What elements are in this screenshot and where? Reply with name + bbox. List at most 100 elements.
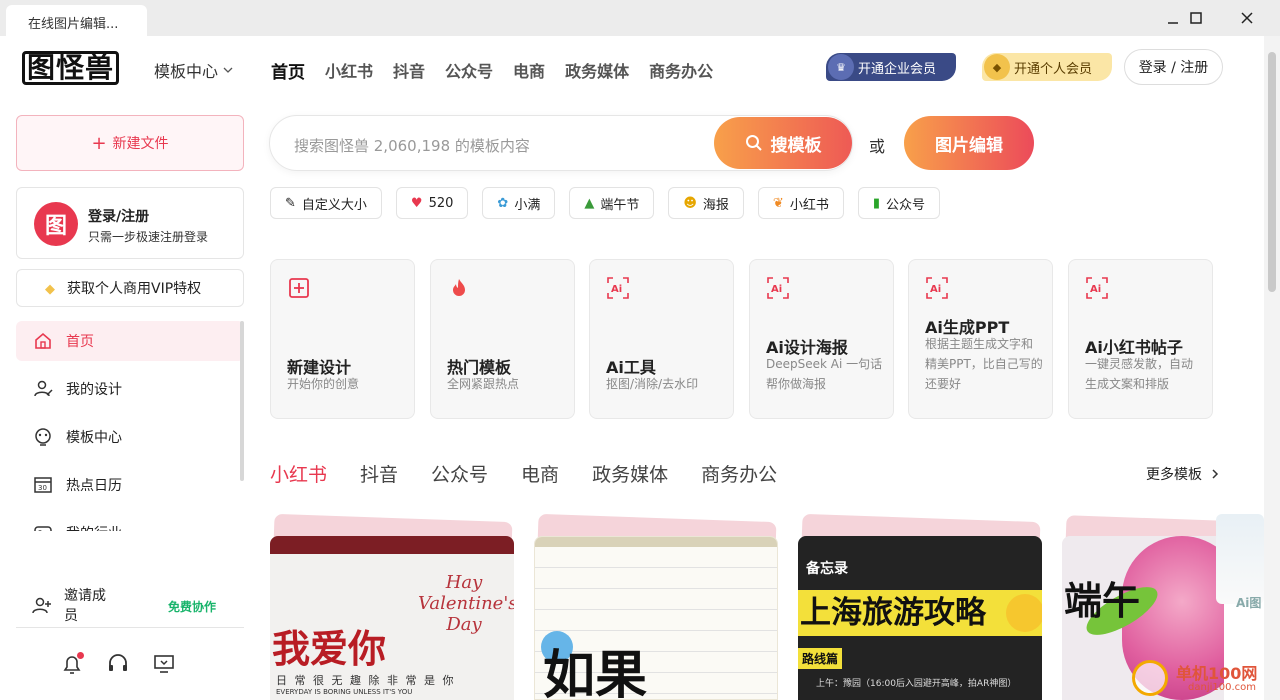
- tag-poster[interactable]: ☻ 海报: [668, 187, 744, 219]
- card-ai-ppt[interactable]: Ai Ai生成PPT 根据主题生成文字和精美PPT，比自己写的还要好: [908, 259, 1053, 419]
- nav-douyin[interactable]: 抖音: [393, 58, 425, 83]
- search-button-label: 搜模板: [770, 135, 822, 156]
- tag-label: 小红书: [789, 197, 829, 213]
- tab-ecommerce[interactable]: 电商: [521, 460, 559, 487]
- card-desc: 抠图/消除/去水印: [606, 377, 699, 391]
- page-scrollbar[interactable]: [1264, 36, 1280, 700]
- tag-label: 海报: [702, 197, 729, 213]
- sidebar: + 新建文件 图 登录/注册 只需一步极速注册登录 ◆ 获取个人商用VIP特权 …: [0, 100, 258, 700]
- tag-label: 小满: [514, 197, 541, 213]
- sidebar-item-my-industry[interactable]: 我的行业: [16, 513, 244, 531]
- tag-dragon-boat[interactable]: ▲ 端午节: [569, 187, 655, 219]
- avatar: 图: [34, 202, 78, 246]
- thumb-title: 如果: [543, 646, 648, 700]
- nav-home[interactable]: 首页: [271, 58, 305, 83]
- thumb-line: 日 常 很 无 趣 除 非 常 是 你: [276, 674, 456, 687]
- personal-vip-label: 开通个人会员: [1014, 61, 1093, 77]
- search-input[interactable]: 搜索图怪兽 2,060,198 的模板内容: [294, 135, 530, 156]
- leaf-icon: ❦: [772, 195, 784, 211]
- thumb-band: [535, 537, 777, 547]
- template-thumbnail-ruguo[interactable]: 如果: [534, 536, 778, 700]
- zongzi-icon: ▲: [584, 195, 595, 211]
- tag-xiaoman[interactable]: ✿ 小满: [482, 187, 556, 219]
- template-center-label: 模板中心: [154, 62, 219, 81]
- tab-business-office[interactable]: 商务办公: [701, 460, 777, 487]
- industry-icon: [34, 526, 52, 531]
- personal-vip-button[interactable]: ◆ 开通个人会员: [982, 53, 1112, 81]
- card-new-design[interactable]: 新建设计 开始你的创意: [270, 259, 415, 419]
- browser-tab[interactable]: 在线图片编辑...: [6, 5, 147, 36]
- nav-ecommerce[interactable]: 电商: [513, 58, 545, 83]
- logo[interactable]: 图怪兽: [22, 51, 120, 85]
- tab-government-media[interactable]: 政务媒体: [592, 460, 668, 487]
- thumb-title: 我爱你: [272, 626, 387, 671]
- card-ai-tools[interactable]: Ai Ai工具 抠图/消除/去水印: [589, 259, 734, 419]
- nav-government-media[interactable]: 政务媒体: [565, 58, 629, 83]
- maximize-button[interactable]: [1172, 0, 1220, 36]
- nav-business-office[interactable]: 商务办公: [649, 58, 713, 83]
- card-ai-poster[interactable]: Ai Ai设计海报 DeepSeek Ai 一句话帮你做海报: [749, 259, 894, 419]
- tag-xiaohongshu[interactable]: ❦ 小红书: [757, 187, 844, 219]
- heart-icon: ♥: [410, 195, 423, 211]
- category-tabs: 小红书 抖音 公众号 电商 政务媒体 商务办公: [270, 460, 810, 487]
- tag-520[interactable]: ♥ 520: [395, 187, 469, 219]
- tag-custom-size[interactable]: ✎ 自定义大小: [270, 187, 382, 219]
- title-bar: 在线图片编辑...: [0, 0, 1280, 36]
- free-collab-badge: 免费协作: [168, 600, 217, 614]
- card-hot-templates[interactable]: 热门模板 全网紧跟热点: [430, 259, 575, 419]
- nav-xiaohongshu[interactable]: 小红书: [325, 58, 373, 83]
- close-button[interactable]: [1223, 0, 1271, 36]
- site-header: 图怪兽 模板中心 首页 小红书 抖音 公众号 电商 政务媒体 商务办公 ♛ 开通…: [0, 36, 1264, 100]
- sidebar-bottom-icons: [60, 652, 176, 676]
- login-card[interactable]: 图 登录/注册 只需一步极速注册登录: [16, 187, 244, 259]
- monitor-download-icon: [154, 655, 174, 673]
- new-file-button[interactable]: + 新建文件: [16, 115, 244, 171]
- more-templates-link[interactable]: 更多模板: [1146, 464, 1220, 484]
- search-templates-button[interactable]: 搜模板: [714, 117, 852, 169]
- watermark-url: danji100.com: [1188, 682, 1256, 693]
- notification-button[interactable]: [60, 652, 84, 676]
- tag-gongzhonghao[interactable]: ▮ 公众号: [857, 187, 941, 219]
- close-icon: [1241, 12, 1253, 24]
- nav-gongzhonghao[interactable]: 公众号: [445, 58, 493, 83]
- search-bar: 搜索图怪兽 2,060,198 的模板内容 搜模板: [269, 115, 853, 171]
- business-vip-button[interactable]: ♛ 开通企业会员: [826, 53, 956, 81]
- pen-icon: ✎: [285, 195, 296, 211]
- hot-tags: ✎ 自定义大小 ♥ 520 ✿ 小满 ▲ 端午节 ☻ 海报 ❦ 小红书 ▮ 公众号: [270, 187, 954, 219]
- sidebar-item-hot-calendar[interactable]: 30 热点日历: [16, 465, 244, 505]
- thumb-title: 端午: [1064, 579, 1141, 623]
- tab-xiaohongshu[interactable]: 小红书: [270, 460, 327, 487]
- tag-label: 520: [428, 195, 454, 211]
- customer-service-button[interactable]: [106, 652, 130, 676]
- template-thumbnail-shanghai-travel[interactable]: 备忘录 上海旅游攻略 路线篇 上午：豫园（16:00后入园避开高峰，拍AR神图）: [798, 536, 1042, 700]
- login-register-button[interactable]: 登录 / 注册: [1124, 49, 1223, 85]
- svg-text:Ai: Ai: [930, 284, 941, 295]
- watermark-logo-icon: [1132, 660, 1168, 696]
- tab-douyin[interactable]: 抖音: [360, 460, 398, 487]
- template-center-dropdown[interactable]: 模板中心: [154, 58, 234, 82]
- thumb-memo-label: 备忘录: [806, 561, 848, 577]
- user-design-icon: [34, 380, 53, 397]
- fire-icon: [453, 279, 465, 296]
- sidebar-item-home[interactable]: 首页: [16, 321, 244, 361]
- or-label: 或: [869, 137, 886, 156]
- menu-scrollbar[interactable]: [240, 321, 244, 481]
- business-vip-label: 开通企业会员: [858, 61, 937, 77]
- scroll-thumb[interactable]: [1268, 52, 1276, 292]
- ai-icon: Ai: [926, 277, 948, 299]
- sidebar-item-template-center[interactable]: 模板中心: [16, 417, 244, 457]
- template-icon: [35, 428, 51, 446]
- vip-privilege-button[interactable]: ◆ 获取个人商用VIP特权: [16, 269, 244, 307]
- image-edit-button[interactable]: 图片编辑: [904, 116, 1034, 170]
- card-desc: DeepSeek Ai 一句话帮你做海报: [766, 357, 883, 391]
- card-desc: 根据主题生成文字和精美PPT，比自己写的还要好: [925, 337, 1043, 391]
- tab-gongzhonghao[interactable]: 公众号: [431, 460, 488, 487]
- template-thumbnail-valentine[interactable]: Hay Valentine's Day 我爱你 日 常 很 无 趣 除 非 常 …: [270, 536, 514, 700]
- chevron-right-icon: [1212, 469, 1219, 479]
- floating-ai-thumbnail[interactable]: Ai图: [1216, 514, 1264, 610]
- crown-icon: ♛: [828, 54, 854, 80]
- invite-members-row[interactable]: 邀请成员 免费协作: [16, 578, 244, 628]
- sidebar-item-my-design[interactable]: 我的设计: [16, 369, 244, 409]
- download-client-button[interactable]: [152, 652, 176, 676]
- card-ai-xiaohongshu[interactable]: Ai Ai小红书帖子 一键灵感发散，自动生成文案和排版: [1068, 259, 1213, 419]
